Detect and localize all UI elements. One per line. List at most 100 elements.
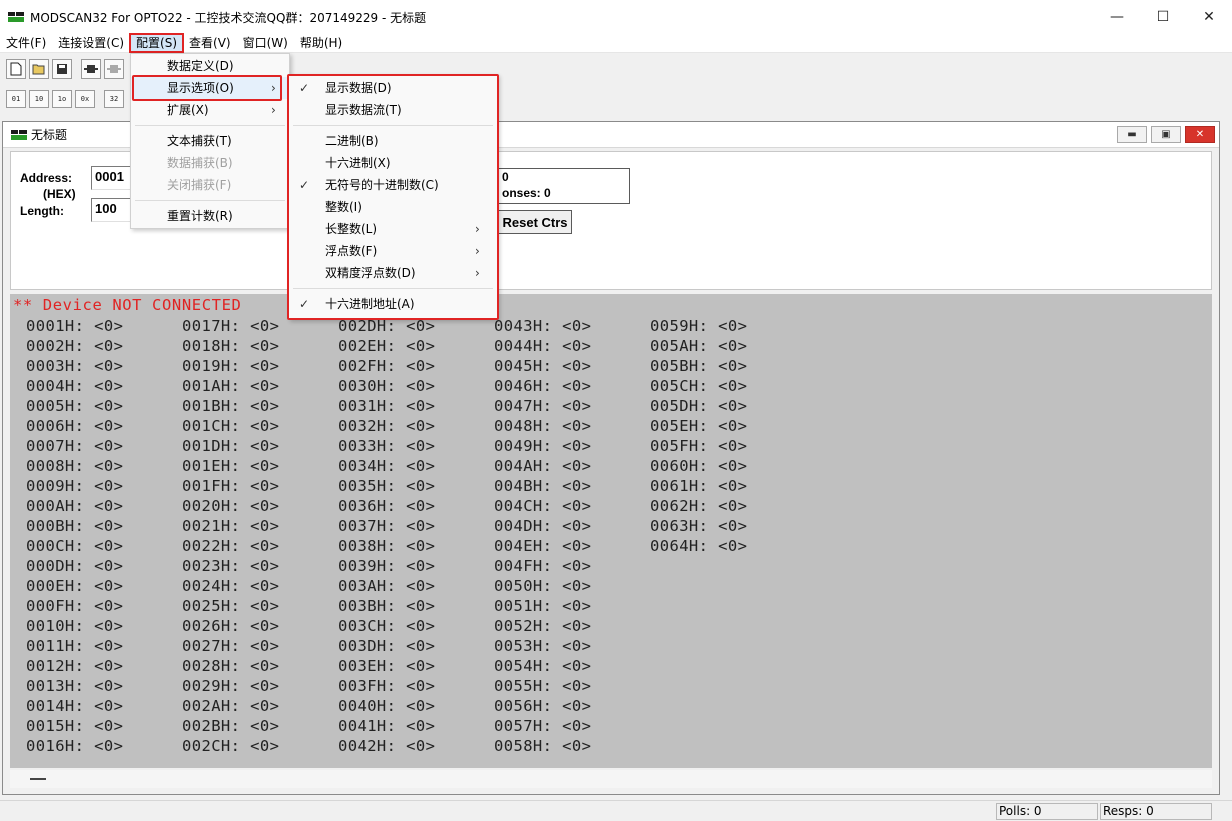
register-entry[interactable]: 000EH: <0> [26, 576, 176, 596]
register-entry[interactable]: 0031H: <0> [338, 396, 488, 416]
register-entry[interactable]: 0021H: <0> [182, 516, 332, 536]
register-entry[interactable]: 0037H: <0> [338, 516, 488, 536]
register-entry[interactable]: 0047H: <0> [494, 396, 644, 416]
register-entry[interactable]: 0052H: <0> [494, 616, 644, 636]
register-entry[interactable]: 0040H: <0> [338, 696, 488, 716]
register-entry[interactable]: 0030H: <0> [338, 376, 488, 396]
register-entry[interactable]: 0053H: <0> [494, 636, 644, 656]
register-entry[interactable]: 000BH: <0> [26, 516, 176, 536]
register-entry[interactable]: 0036H: <0> [338, 496, 488, 516]
register-entry[interactable]: 0026H: <0> [182, 616, 332, 636]
length-input[interactable]: 100 [91, 198, 131, 222]
register-entry[interactable]: 0018H: <0> [182, 336, 332, 356]
menu-item-reset-counts[interactable]: 重置计数(R) [131, 205, 289, 227]
menu-item-extend[interactable]: 扩展(X) › [131, 99, 289, 121]
register-entry[interactable]: 0034H: <0> [338, 456, 488, 476]
menu-window[interactable]: 窗口(W) [237, 34, 294, 52]
register-entry[interactable]: 0032H: <0> [338, 416, 488, 436]
register-entry[interactable]: 0016H: <0> [26, 736, 176, 756]
menu-file[interactable]: 文件(F) [0, 34, 52, 52]
child-restore-icon[interactable]: ▣ [1151, 126, 1181, 143]
register-entry[interactable]: 0001H: <0> [26, 316, 176, 336]
register-entry[interactable]: 001FH: <0> [182, 476, 332, 496]
register-entry[interactable]: 0042H: <0> [338, 736, 488, 756]
register-entry[interactable]: 0007H: <0> [26, 436, 176, 456]
register-entry[interactable]: 000FH: <0> [26, 596, 176, 616]
new-file-icon[interactable] [6, 59, 26, 79]
register-entry[interactable]: 0015H: <0> [26, 716, 176, 736]
register-entry[interactable]: 005CH: <0> [650, 376, 800, 396]
register-entry[interactable]: 002EH: <0> [338, 336, 488, 356]
register-entry[interactable]: 0013H: <0> [26, 676, 176, 696]
child-minimize-icon[interactable]: ▬ [1117, 126, 1147, 143]
register-entry[interactable]: 0011H: <0> [26, 636, 176, 656]
minimize-button[interactable]: — [1094, 0, 1140, 34]
register-entry[interactable]: 0060H: <0> [650, 456, 800, 476]
register-entry[interactable]: 0043H: <0> [494, 316, 644, 336]
register-entry[interactable]: 0044H: <0> [494, 336, 644, 356]
register-entry[interactable]: 0059H: <0> [650, 316, 800, 336]
register-entry[interactable]: 004FH: <0> [494, 556, 644, 576]
register-entry[interactable]: 0029H: <0> [182, 676, 332, 696]
maximize-button[interactable]: ☐ [1140, 0, 1186, 34]
register-entry[interactable]: 0025H: <0> [182, 596, 332, 616]
register-entry[interactable]: 000CH: <0> [26, 536, 176, 556]
register-entry[interactable]: 004DH: <0> [494, 516, 644, 536]
connect-icon[interactable] [81, 59, 101, 79]
register-entry[interactable]: 0005H: <0> [26, 396, 176, 416]
register-entry[interactable]: 001AH: <0> [182, 376, 332, 396]
register-entry[interactable]: 0014H: <0> [26, 696, 176, 716]
register-entry[interactable]: 0002H: <0> [26, 336, 176, 356]
menu-connection[interactable]: 连接设置(C) [52, 34, 130, 52]
menu-config[interactable]: 配置(S) [129, 33, 185, 53]
register-entry[interactable]: 0028H: <0> [182, 656, 332, 676]
register-entry[interactable]: 0054H: <0> [494, 656, 644, 676]
register-entry[interactable]: 003EH: <0> [338, 656, 488, 676]
disconnect-icon[interactable] [104, 59, 124, 79]
register-entry[interactable]: 0023H: <0> [182, 556, 332, 576]
register-entry[interactable]: 0012H: <0> [26, 656, 176, 676]
register-entry[interactable]: 0020H: <0> [182, 496, 332, 516]
menu-item-text-capture[interactable]: 文本捕获(T) [131, 130, 289, 152]
menu-help[interactable]: 帮助(H) [294, 34, 348, 52]
register-entry[interactable]: 0062H: <0> [650, 496, 800, 516]
register-entry[interactable]: 0006H: <0> [26, 416, 176, 436]
register-entry[interactable]: 004EH: <0> [494, 536, 644, 556]
register-entry[interactable]: 0056H: <0> [494, 696, 644, 716]
child-close-icon[interactable]: ✕ [1185, 126, 1215, 143]
hex-view-icon[interactable]: 0x [75, 90, 95, 108]
register-entry[interactable]: 0063H: <0> [650, 516, 800, 536]
register-entry[interactable]: 0045H: <0> [494, 356, 644, 376]
menu-view[interactable]: 查看(V) [183, 34, 237, 52]
register-entry[interactable]: 0038H: <0> [338, 536, 488, 556]
binary-view-icon[interactable]: 01 [6, 90, 26, 108]
register-entry[interactable]: 0024H: <0> [182, 576, 332, 596]
register-entry[interactable]: 001CH: <0> [182, 416, 332, 436]
register-entry[interactable]: 004BH: <0> [494, 476, 644, 496]
register-entry[interactable]: 0004H: <0> [26, 376, 176, 396]
register-entry[interactable]: 000DH: <0> [26, 556, 176, 576]
save-icon[interactable] [52, 59, 72, 79]
register-entry[interactable]: 001BH: <0> [182, 396, 332, 416]
register-entry[interactable]: 005BH: <0> [650, 356, 800, 376]
close-button[interactable]: ✕ [1186, 0, 1232, 34]
register-entry[interactable]: 0035H: <0> [338, 476, 488, 496]
register-entry[interactable]: 0033H: <0> [338, 436, 488, 456]
register-entry[interactable]: 0055H: <0> [494, 676, 644, 696]
register-entry[interactable]: 004AH: <0> [494, 456, 644, 476]
register-entry[interactable]: 0057H: <0> [494, 716, 644, 736]
register-entry[interactable]: 005EH: <0> [650, 416, 800, 436]
register-entry[interactable]: 0064H: <0> [650, 536, 800, 556]
register-entry[interactable]: 005DH: <0> [650, 396, 800, 416]
float-view-icon[interactable]: 32 [104, 90, 124, 108]
register-entry[interactable]: 0048H: <0> [494, 416, 644, 436]
register-entry[interactable]: 003FH: <0> [338, 676, 488, 696]
scroll-thumb[interactable] [30, 778, 46, 780]
register-entry[interactable]: 003BH: <0> [338, 596, 488, 616]
register-entry[interactable]: 0051H: <0> [494, 596, 644, 616]
reset-counters-button[interactable]: Reset Ctrs [498, 210, 572, 234]
register-entry[interactable]: 002BH: <0> [182, 716, 332, 736]
register-entry[interactable]: 001DH: <0> [182, 436, 332, 456]
register-entry[interactable]: 0041H: <0> [338, 716, 488, 736]
horizontal-scrollbar[interactable] [10, 770, 1212, 788]
